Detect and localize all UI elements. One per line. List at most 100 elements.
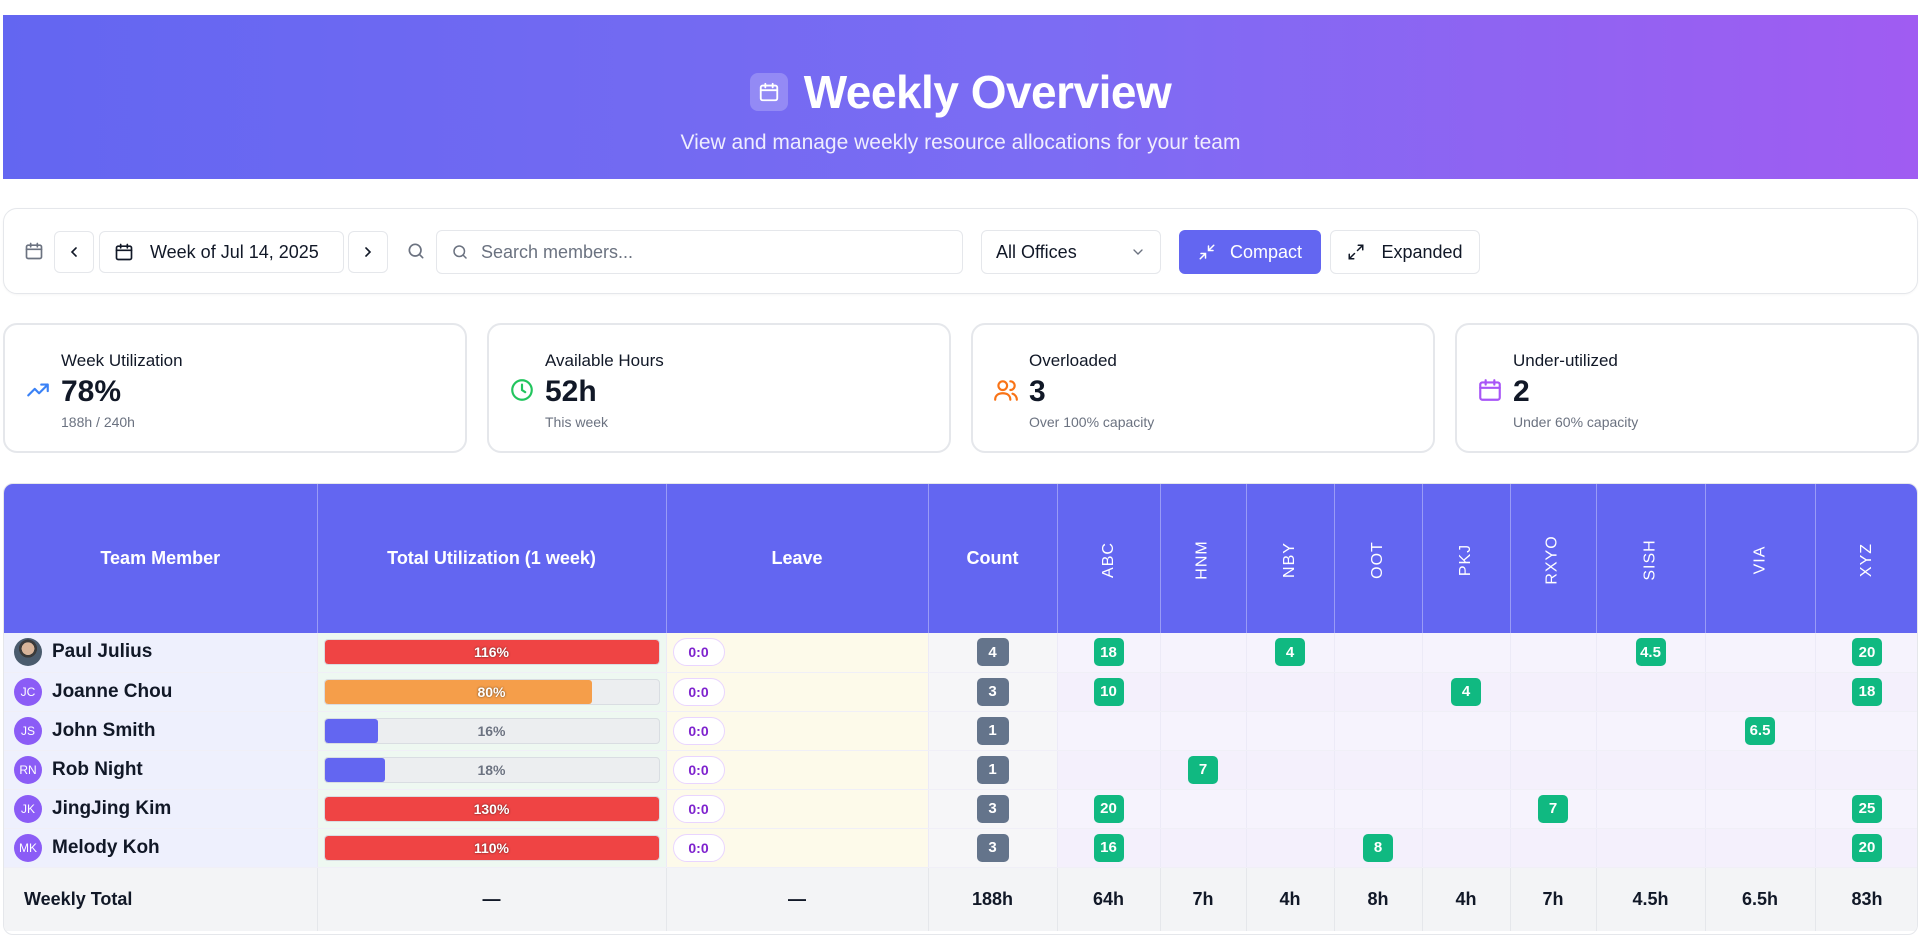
- allocation-cell-empty[interactable]: [1510, 633, 1597, 673]
- allocation-cell-empty[interactable]: [1596, 789, 1706, 829]
- table-row[interactable]: RN Rob Night 18% 0:0 1 7: [4, 750, 1917, 790]
- member-name[interactable]: John Smith: [52, 720, 155, 742]
- leave-badge[interactable]: 0:0: [672, 833, 725, 862]
- allocation-cell[interactable]: 4: [1422, 672, 1511, 712]
- office-select[interactable]: All Offices: [981, 230, 1161, 274]
- allocation-hours-badge[interactable]: 7: [1538, 794, 1568, 823]
- allocation-cell-empty[interactable]: [1596, 750, 1706, 790]
- allocation-cell-empty[interactable]: [1705, 828, 1816, 868]
- allocation-hours-badge[interactable]: 25: [1852, 794, 1882, 823]
- column-header-member[interactable]: Team Member: [4, 484, 318, 633]
- compact-view-button[interactable]: Compact: [1179, 230, 1321, 274]
- prev-week-button[interactable]: [54, 231, 94, 273]
- allocation-cell-empty[interactable]: [1705, 633, 1816, 673]
- allocation-hours-badge[interactable]: 6.5: [1745, 716, 1775, 745]
- allocation-cell[interactable]: 20: [1057, 789, 1161, 829]
- allocation-cell-empty[interactable]: [1510, 672, 1597, 712]
- allocation-cell-empty[interactable]: [1246, 711, 1335, 751]
- allocation-cell-empty[interactable]: [1705, 750, 1816, 790]
- allocation-hours-badge[interactable]: 10: [1093, 677, 1124, 706]
- allocation-hours-badge[interactable]: 18: [1852, 677, 1882, 706]
- member-name[interactable]: Melody Koh: [52, 837, 160, 859]
- allocation-cell[interactable]: 6.5: [1705, 711, 1816, 751]
- allocation-cell-empty[interactable]: [1510, 828, 1597, 868]
- allocation-cell[interactable]: 25: [1815, 789, 1917, 829]
- allocation-cell-empty[interactable]: [1334, 789, 1423, 829]
- allocation-cell-empty[interactable]: [1422, 711, 1511, 751]
- allocation-cell[interactable]: 8: [1334, 828, 1423, 868]
- next-week-button[interactable]: [348, 231, 388, 273]
- column-header-project[interactable]: XYZ: [1815, 484, 1917, 633]
- expanded-view-button[interactable]: Expanded: [1330, 230, 1480, 274]
- table-row[interactable]: JK JingJing Kim 130% 0:0 3 20 7 25: [4, 789, 1917, 829]
- allocation-cell-empty[interactable]: [1815, 711, 1917, 751]
- allocation-cell[interactable]: 7: [1510, 789, 1597, 829]
- allocation-cell-empty[interactable]: [1422, 789, 1511, 829]
- column-header-utilization[interactable]: Total Utilization (1 week): [317, 484, 667, 633]
- allocation-cell-empty[interactable]: [1160, 828, 1247, 868]
- allocation-cell[interactable]: 20: [1815, 828, 1917, 868]
- allocation-cell[interactable]: 18: [1815, 672, 1917, 712]
- member-name[interactable]: Joanne Chou: [52, 681, 172, 703]
- week-picker-button[interactable]: Week of Jul 14, 2025: [99, 231, 344, 273]
- allocation-cell[interactable]: 4: [1246, 633, 1335, 673]
- allocation-cell[interactable]: 10: [1057, 672, 1161, 712]
- allocation-cell-empty[interactable]: [1334, 633, 1423, 673]
- column-header-project[interactable]: NBY: [1246, 484, 1335, 633]
- column-header-project[interactable]: ABC: [1057, 484, 1161, 633]
- allocation-cell-empty[interactable]: [1246, 828, 1335, 868]
- member-name[interactable]: Paul Julius: [52, 641, 152, 663]
- allocation-cell-empty[interactable]: [1510, 711, 1597, 751]
- allocation-cell-empty[interactable]: [1057, 750, 1161, 790]
- allocation-cell-empty[interactable]: [1422, 828, 1511, 868]
- leave-badge[interactable]: 0:0: [672, 755, 725, 784]
- column-header-project[interactable]: SISH: [1596, 484, 1706, 633]
- column-header-project[interactable]: VIA: [1705, 484, 1816, 633]
- search-input[interactable]: [481, 241, 941, 263]
- leave-badge[interactable]: 0:0: [672, 794, 725, 823]
- allocation-cell-empty[interactable]: [1160, 789, 1247, 829]
- column-header-count[interactable]: Count: [928, 484, 1058, 633]
- allocation-cell-empty[interactable]: [1815, 750, 1917, 790]
- allocation-cell[interactable]: 18: [1057, 633, 1161, 673]
- allocation-cell-empty[interactable]: [1596, 828, 1706, 868]
- column-header-leave[interactable]: Leave: [666, 484, 929, 633]
- allocation-hours-badge[interactable]: 8: [1363, 833, 1393, 862]
- allocation-cell-empty[interactable]: [1334, 672, 1423, 712]
- column-header-project[interactable]: HNM: [1160, 484, 1247, 633]
- allocation-cell-empty[interactable]: [1160, 711, 1247, 751]
- allocation-cell[interactable]: 7: [1160, 750, 1247, 790]
- allocation-cell-empty[interactable]: [1422, 750, 1511, 790]
- column-header-project[interactable]: OOT: [1334, 484, 1423, 633]
- allocation-cell-empty[interactable]: [1160, 672, 1247, 712]
- allocation-hours-badge[interactable]: 20: [1852, 833, 1882, 862]
- column-header-project[interactable]: PKJ: [1422, 484, 1511, 633]
- allocation-cell-empty[interactable]: [1246, 750, 1335, 790]
- allocation-hours-badge[interactable]: 16: [1093, 833, 1124, 862]
- table-row[interactable]: Paul Julius 116% 0:0 4 18 4 4.5 20: [4, 633, 1917, 673]
- allocation-hours-badge[interactable]: 7: [1188, 755, 1218, 784]
- allocation-cell-empty[interactable]: [1246, 789, 1335, 829]
- allocation-cell[interactable]: 16: [1057, 828, 1161, 868]
- leave-badge[interactable]: 0:0: [672, 638, 725, 667]
- allocation-cell-empty[interactable]: [1422, 633, 1511, 673]
- allocation-cell[interactable]: 20: [1815, 633, 1917, 673]
- allocation-cell-empty[interactable]: [1246, 672, 1335, 712]
- allocation-cell-empty[interactable]: [1596, 711, 1706, 751]
- member-name[interactable]: Rob Night: [52, 759, 143, 781]
- table-row[interactable]: MK Melody Koh 110% 0:0 3 16 8 20: [4, 828, 1917, 868]
- leave-badge[interactable]: 0:0: [672, 677, 725, 706]
- leave-badge[interactable]: 0:0: [672, 716, 725, 745]
- table-row[interactable]: JS John Smith 16% 0:0 1 6.5: [4, 711, 1917, 751]
- allocation-hours-badge[interactable]: 20: [1852, 638, 1882, 667]
- allocation-cell-empty[interactable]: [1160, 633, 1247, 673]
- search-field[interactable]: [436, 230, 963, 274]
- table-row[interactable]: JC Joanne Chou 80% 0:0 3 10 4 18: [4, 672, 1917, 712]
- allocation-cell-empty[interactable]: [1596, 672, 1706, 712]
- allocation-cell-empty[interactable]: [1334, 711, 1423, 751]
- allocation-hours-badge[interactable]: 20: [1093, 794, 1124, 823]
- allocation-hours-badge[interactable]: 4: [1275, 638, 1305, 667]
- column-header-project[interactable]: RXYO: [1510, 484, 1597, 633]
- allocation-cell-empty[interactable]: [1510, 750, 1597, 790]
- allocation-cell-empty[interactable]: [1705, 672, 1816, 712]
